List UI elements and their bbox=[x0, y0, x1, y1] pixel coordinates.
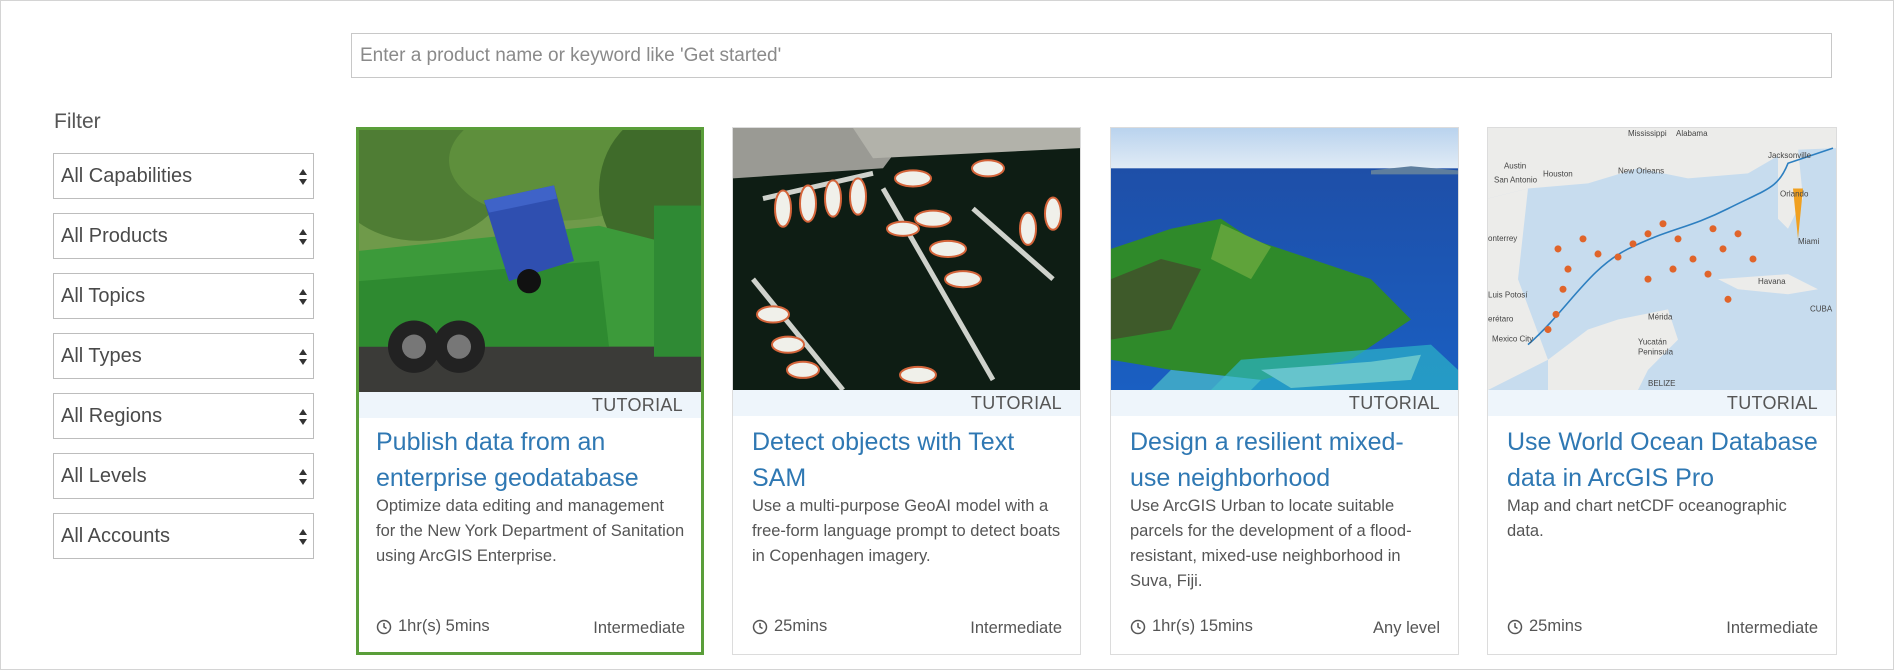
svg-text:Mérida: Mérida bbox=[1648, 312, 1673, 321]
content-type-tag: TUTORIAL bbox=[733, 390, 1080, 416]
svg-text:Houston: Houston bbox=[1543, 169, 1573, 178]
duration-text: 1hr(s) 15mins bbox=[1152, 617, 1253, 635]
search-input[interactable] bbox=[351, 33, 1832, 78]
tutorial-card[interactable]: Mississippi Alabama Austin Houston New Orl… bbox=[1487, 127, 1837, 655]
island-coast-photo bbox=[1111, 128, 1458, 390]
svg-text:Havana: Havana bbox=[1758, 277, 1786, 286]
svg-text:BELIZE: BELIZE bbox=[1648, 379, 1676, 388]
duration: 25mins bbox=[752, 617, 827, 636]
select-value: All Topics bbox=[61, 284, 146, 307]
svg-text:erétaro: erétaro bbox=[1488, 314, 1514, 323]
svg-text:Yucatán: Yucatán bbox=[1638, 338, 1667, 347]
card-title-link[interactable]: Publish data from an enterprise geodatab… bbox=[376, 424, 687, 496]
clock-icon bbox=[376, 619, 392, 634]
level-text: Intermediate bbox=[1726, 619, 1818, 637]
clock-icon bbox=[1507, 619, 1523, 634]
card-description: Use ArcGIS Urban to locate suitable parc… bbox=[1130, 497, 1412, 590]
levels-select[interactable]: All Levels bbox=[53, 453, 314, 499]
level-text: Any level bbox=[1373, 619, 1440, 637]
svg-text:San Antonio: San Antonio bbox=[1494, 175, 1538, 184]
content-type-tag: TUTORIAL bbox=[1488, 390, 1836, 416]
capabilities-select[interactable]: All Capabilities bbox=[53, 153, 314, 199]
card-title-link[interactable]: Use World Ocean Database data in ArcGIS … bbox=[1507, 424, 1822, 496]
card-description: Use a multi-purpose GeoAI model with a f… bbox=[752, 497, 1061, 565]
sort-arrows-icon bbox=[299, 289, 307, 305]
svg-text:Jacksonville: Jacksonville bbox=[1768, 151, 1812, 160]
svg-text:Orlando: Orlando bbox=[1780, 189, 1809, 198]
svg-text:Mississippi: Mississippi bbox=[1628, 129, 1667, 138]
select-value: All Accounts bbox=[61, 524, 170, 547]
svg-text:New Orleans: New Orleans bbox=[1618, 166, 1664, 175]
select-value: All Levels bbox=[61, 464, 147, 487]
level-text: Intermediate bbox=[970, 619, 1062, 637]
svg-text:Mexico City: Mexico City bbox=[1492, 335, 1533, 344]
card-title-link[interactable]: Detect objects with Text SAM bbox=[752, 424, 1066, 496]
content-type-tag: TUTORIAL bbox=[1111, 390, 1458, 416]
regions-select[interactable]: All Regions bbox=[53, 393, 314, 439]
tutorial-card[interactable]: TUTORIAL Publish data from an enterprise… bbox=[356, 127, 704, 655]
duration: 25mins bbox=[1507, 617, 1582, 636]
duration: 1hr(s) 5mins bbox=[376, 617, 490, 636]
gulf-of-mexico-map: Mississippi Alabama Austin Houston New Orl… bbox=[1488, 128, 1836, 390]
sort-arrows-icon bbox=[299, 169, 307, 185]
clock-icon bbox=[1130, 619, 1146, 634]
svg-text:onterrey: onterrey bbox=[1488, 234, 1517, 243]
select-value: All Products bbox=[61, 224, 168, 247]
sort-arrows-icon bbox=[299, 229, 307, 245]
card-title-link[interactable]: Design a resilient mixed-use neighborhoo… bbox=[1130, 424, 1444, 496]
svg-text:Austin: Austin bbox=[1504, 161, 1526, 170]
content-type-tag: TUTORIAL bbox=[359, 392, 701, 418]
svg-text:Alabama: Alabama bbox=[1676, 129, 1708, 138]
select-value: All Regions bbox=[61, 404, 163, 427]
card-description: Optimize data editing and management for… bbox=[376, 497, 685, 565]
select-value: All Types bbox=[61, 344, 142, 367]
card-description: Map and chart netCDF oceanographic data. bbox=[1507, 497, 1787, 540]
svg-text:Miami: Miami bbox=[1798, 237, 1820, 246]
sort-arrows-icon bbox=[299, 349, 307, 365]
products-select[interactable]: All Products bbox=[53, 213, 314, 259]
duration-text: 25mins bbox=[1529, 617, 1583, 635]
tutorial-card[interactable]: TUTORIAL Detect objects with Text SAM Us… bbox=[732, 127, 1081, 655]
sort-arrows-icon bbox=[299, 409, 307, 425]
duration-text: 25mins bbox=[774, 617, 828, 635]
select-value: All Capabilities bbox=[61, 164, 193, 187]
accounts-select[interactable]: All Accounts bbox=[53, 513, 314, 559]
sort-arrows-icon bbox=[299, 469, 307, 485]
tutorial-card[interactable]: TUTORIAL Design a resilient mixed-use ne… bbox=[1110, 127, 1459, 655]
svg-text:Luis Potosí: Luis Potosí bbox=[1488, 290, 1528, 299]
types-select[interactable]: All Types bbox=[53, 333, 314, 379]
marina-aerial-photo bbox=[733, 128, 1080, 390]
clock-icon bbox=[752, 619, 768, 634]
filter-title: Filter bbox=[54, 110, 101, 133]
duration: 1hr(s) 15mins bbox=[1130, 617, 1253, 636]
svg-text:Peninsula: Peninsula bbox=[1638, 348, 1674, 357]
sort-arrows-icon bbox=[299, 529, 307, 545]
topics-select[interactable]: All Topics bbox=[53, 273, 314, 319]
level-text: Intermediate bbox=[593, 619, 685, 637]
duration-text: 1hr(s) 5mins bbox=[398, 617, 490, 635]
garbage-truck-photo bbox=[359, 130, 701, 392]
svg-text:CUBA: CUBA bbox=[1810, 304, 1833, 313]
